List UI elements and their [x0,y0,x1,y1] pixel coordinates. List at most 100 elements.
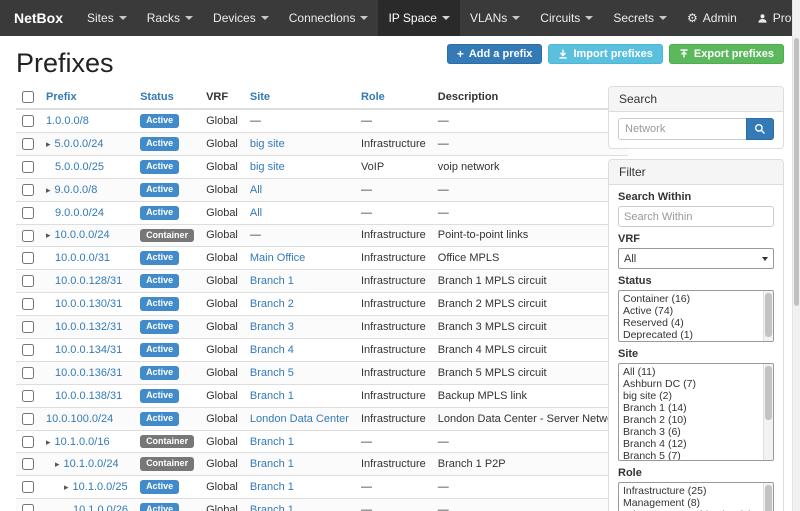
page-scrollbar-thumb[interactable] [794,38,799,306]
navbar-brand[interactable]: NetBox [0,0,77,36]
row-checkbox[interactable] [22,504,34,511]
site-option[interactable]: Branch 5 (7) [620,450,762,461]
row-checkbox[interactable] [22,161,34,173]
nav-item-ip-space[interactable]: IP Space [378,0,459,36]
page-scrollbar[interactable] [792,0,800,511]
row-checkbox[interactable] [22,367,34,379]
status-option[interactable]: Active (74) [620,305,762,317]
expand-caret-icon[interactable]: ▸ [46,185,51,195]
listbox-scrollbar-thumb[interactable] [765,485,772,511]
row-checkbox[interactable] [22,138,34,150]
row-checkbox[interactable] [22,390,34,402]
nav-item-sites[interactable]: Sites [77,0,137,36]
site-link[interactable]: Branch 1 [250,458,294,470]
expand-caret-icon[interactable]: ▸ [55,459,60,469]
row-checkbox[interactable] [22,344,34,356]
expand-caret-icon[interactable]: ▸ [46,230,51,240]
nav-item-vlans[interactable]: VLANs [460,0,530,36]
prefix-link[interactable]: 10.0.100.0/24 [46,413,113,425]
search-within-input[interactable] [618,206,774,227]
prefix-link[interactable]: 10.0.0.128/31 [55,275,122,287]
row-checkbox[interactable] [22,275,34,287]
row-checkbox[interactable] [22,252,34,264]
prefix-link[interactable]: 9.0.0.0/8 [55,184,98,196]
prefix-link[interactable]: 5.0.0.0/24 [55,138,104,150]
prefix-link[interactable]: 5.0.0.0/25 [55,161,104,173]
select-all-checkbox[interactable] [22,91,34,103]
expand-caret-icon[interactable]: ▸ [46,139,51,149]
prefix-link[interactable]: 1.0.0.0/8 [46,115,89,127]
status-option[interactable]: Container (16) [620,293,762,305]
site-option[interactable]: Branch 3 (6) [620,426,762,438]
row-checkbox[interactable] [22,230,34,242]
nav-item-devices[interactable]: Devices [203,0,279,36]
row-checkbox[interactable] [22,436,34,448]
site-link[interactable]: Branch 4 [250,344,294,356]
prefix-link[interactable]: 9.0.0.0/24 [55,207,104,219]
site-option[interactable]: All (11) [620,366,762,378]
status-option[interactable]: Reserved (4) [620,317,762,329]
site-option[interactable]: Branch 4 (12) [620,438,762,450]
sort-link[interactable]: Site [250,91,270,103]
prefix-link[interactable]: 10.1.0.0/25 [73,481,128,493]
nav-item-secrets[interactable]: Secrets [603,0,677,36]
site-link[interactable]: Branch 2 [250,298,294,310]
listbox-scrollbar-thumb[interactable] [765,366,772,420]
search-button[interactable] [746,118,774,140]
vrf-select[interactable]: All [618,248,774,269]
expand-caret-icon[interactable]: ▸ [46,437,51,447]
site-link[interactable]: big site [250,138,285,150]
site-link[interactable]: All [250,184,262,196]
prefix-link[interactable]: 10.0.0.0/24 [55,229,110,241]
role-option[interactable]: Infrastructure (25) [620,485,762,497]
row-checkbox[interactable] [22,207,34,219]
row-checkbox[interactable] [22,184,34,196]
row-checkbox[interactable] [22,481,34,493]
site-link[interactable]: Branch 5 [250,367,294,379]
prefix-link[interactable]: 10.0.0.138/31 [55,390,122,402]
site-link[interactable]: big site [250,161,285,173]
listbox-scrollbar[interactable] [763,483,773,511]
prefix-link[interactable]: 10.0.0.134/31 [55,344,122,356]
site-link[interactable]: Branch 1 [250,275,294,287]
row-checkbox[interactable] [22,321,34,333]
prefix-link[interactable]: 10.0.0.132/31 [55,321,122,333]
expand-caret-icon[interactable]: ▸ [64,482,69,492]
listbox-scrollbar[interactable] [763,364,773,460]
prefix-link[interactable]: 10.0.0.130/31 [55,298,122,310]
row-checkbox[interactable] [22,458,34,470]
prefix-link[interactable]: 10.1.0.0/24 [64,458,119,470]
site-option[interactable]: Branch 2 (10) [620,414,762,426]
site-link[interactable]: Branch 3 [250,321,294,333]
listbox-scrollbar[interactable] [763,291,773,341]
nav-item-connections[interactable]: Connections [279,0,379,36]
site-option[interactable]: Ashburn DC (7) [620,378,762,390]
sort-link[interactable]: Status [140,91,174,103]
site-link[interactable]: Branch 1 [250,504,294,511]
prefix-link[interactable]: 10.1.0.0/16 [55,436,110,448]
site-link[interactable]: Main Office [250,252,305,264]
export-prefixes-button[interactable]: Export prefixes [669,44,784,64]
row-checkbox[interactable] [22,298,34,310]
site-link[interactable]: London Data Center [250,413,349,425]
search-input[interactable] [618,118,747,140]
site-link[interactable]: Branch 1 [250,436,294,448]
role-option[interactable]: Management (8) [620,497,762,509]
sort-link[interactable]: Role [361,91,385,103]
prefix-link[interactable]: 10.1.0.0/26 [73,504,128,511]
prefix-link[interactable]: 10.0.0.0/31 [55,252,110,264]
status-option[interactable]: Deprecated (1) [620,329,762,341]
nav-item-circuits[interactable]: Circuits [530,0,603,36]
listbox-scrollbar-thumb[interactable] [765,293,772,337]
site-option[interactable]: Branch 1 (14) [620,402,762,414]
site-link[interactable]: All [250,207,262,219]
row-checkbox[interactable] [22,115,34,127]
prefix-link[interactable]: 10.0.0.136/31 [55,367,122,379]
row-checkbox[interactable] [22,413,34,425]
site-link[interactable]: Branch 1 [250,390,294,402]
site-option[interactable]: big site (2) [620,390,762,402]
import-prefixes-button[interactable]: Import prefixes [548,44,662,64]
nav-item-racks[interactable]: Racks [137,0,203,36]
site-link[interactable]: Branch 1 [250,481,294,493]
nav-item-admin[interactable]: ⚙Admin [677,0,747,36]
